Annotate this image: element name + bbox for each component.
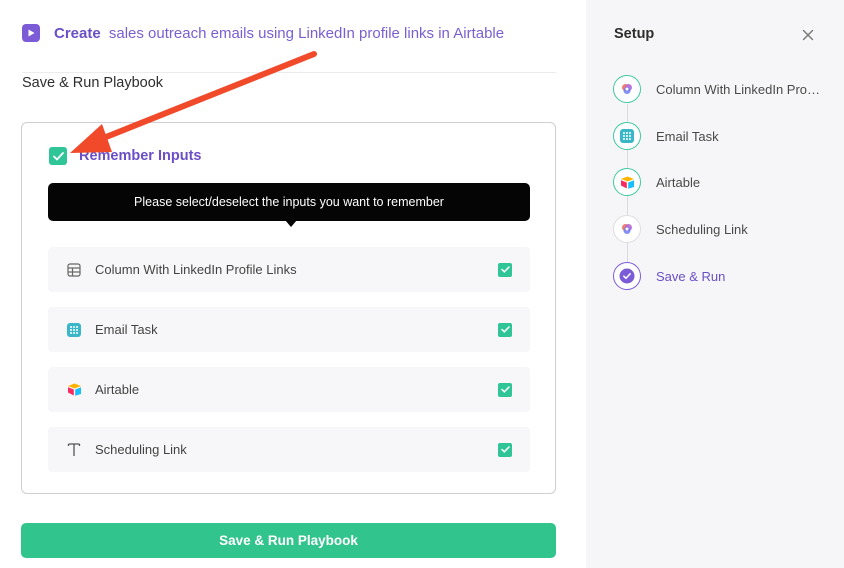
input-label: Column With LinkedIn Profile Links — [95, 262, 297, 277]
save-and-run-button[interactable]: Save & Run Playbook — [21, 523, 556, 558]
remember-inputs-row[interactable]: Remember Inputs — [49, 147, 201, 165]
playbook-description: Create sales outreach emails using Linke… — [54, 25, 504, 42]
setup-step-scheduling-link[interactable]: Scheduling Link — [613, 215, 748, 243]
remember-inputs-card: Remember Inputs Please select/deselect t… — [21, 122, 556, 494]
check-icon — [619, 268, 635, 284]
step-label: Scheduling Link — [656, 221, 748, 237]
play-icon — [22, 24, 40, 42]
airtable-icon — [65, 381, 83, 399]
step-status-circle — [613, 75, 641, 103]
app-logo-icon — [622, 224, 632, 234]
remember-inputs-checkbox[interactable] — [49, 147, 67, 165]
grid-dots-icon — [65, 321, 83, 339]
setup-step-linkedin-column[interactable]: Column With LinkedIn Profile Links — [613, 75, 821, 103]
remember-tooltip: Please select/deselect the inputs you wa… — [48, 183, 530, 221]
input-row-airtable[interactable]: Airtable — [48, 367, 530, 412]
input-row-scheduling-link[interactable]: Scheduling Link — [48, 427, 530, 472]
step-status-circle — [613, 215, 641, 243]
grid-dots-icon — [620, 129, 634, 143]
input-checkbox[interactable] — [498, 262, 512, 277]
step-label: Airtable — [656, 174, 701, 190]
close-icon[interactable] — [800, 27, 816, 43]
remember-inputs-label: Remember Inputs — [79, 148, 202, 164]
step-label: Email Task — [656, 128, 719, 144]
app-logo-icon — [622, 84, 632, 94]
step-status-circle — [613, 122, 641, 150]
input-label: Scheduling Link — [95, 442, 187, 457]
input-row-email-task[interactable]: Email Task — [48, 307, 530, 352]
input-label: Email Task — [95, 322, 158, 337]
setup-title: Setup — [614, 26, 655, 42]
input-checkbox[interactable] — [498, 322, 512, 337]
section-title: Save & Run Playbook — [22, 75, 164, 91]
tooltip-caret — [285, 220, 297, 227]
text-icon — [65, 441, 83, 459]
table-icon — [65, 261, 83, 279]
step-label: Save & Run — [656, 268, 726, 284]
setup-step-save-run[interactable]: Save & Run — [613, 262, 725, 290]
step-status-circle — [613, 262, 641, 290]
setup-step-airtable[interactable]: Airtable — [613, 168, 700, 196]
divider — [22, 72, 556, 73]
setup-step-email-task[interactable]: Email Task — [613, 122, 719, 150]
playbook-header: Create sales outreach emails using Linke… — [22, 24, 504, 42]
step-status-circle — [613, 168, 641, 196]
input-row-linkedin-column[interactable]: Column With LinkedIn Profile Links — [48, 247, 530, 292]
input-checkbox[interactable] — [498, 442, 512, 457]
input-checkbox[interactable] — [498, 382, 512, 397]
step-label: Column With LinkedIn Profile Links — [656, 81, 821, 97]
airtable-icon — [620, 176, 634, 189]
create-word: Create — [54, 24, 101, 42]
setup-panel: Setup Column With LinkedIn Profile Links… — [586, 0, 844, 568]
main-panel: Create sales outreach emails using Linke… — [0, 0, 586, 568]
input-label: Airtable — [95, 382, 140, 397]
description-text: sales outreach emails using LinkedIn pro… — [108, 24, 505, 42]
